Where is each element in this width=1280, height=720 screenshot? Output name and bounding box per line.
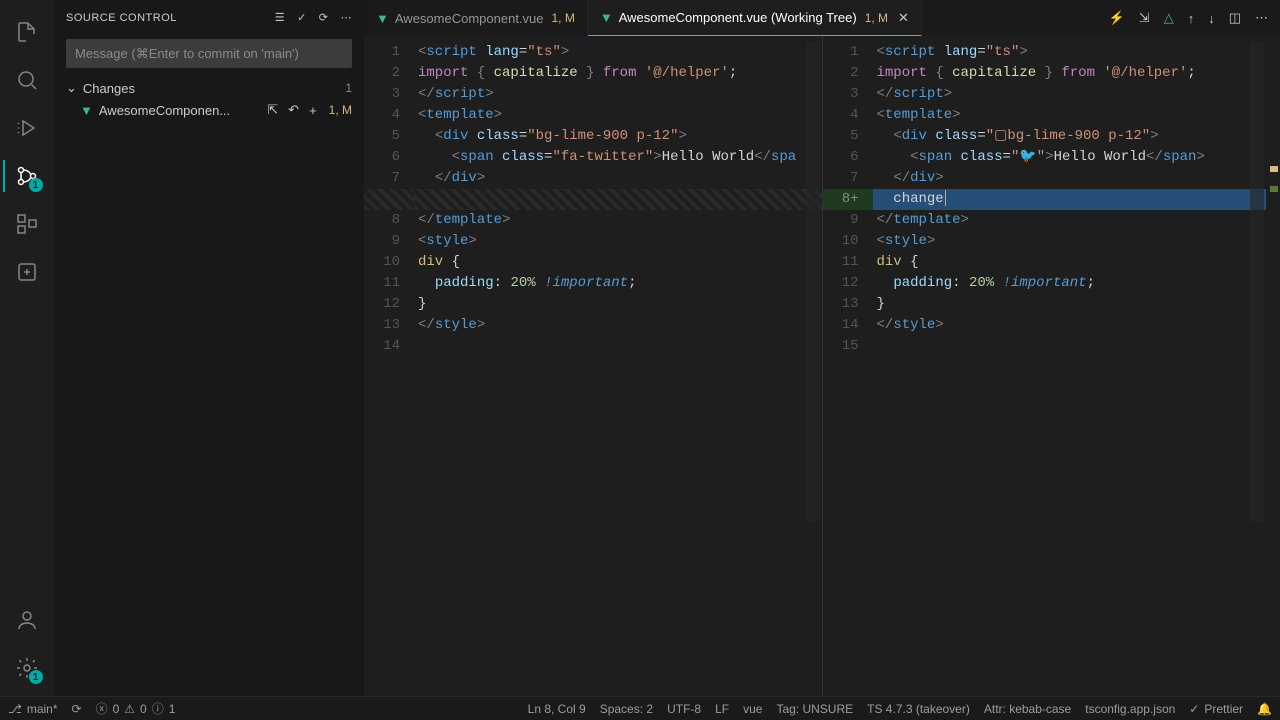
more-editor-actions-icon[interactable]: ⋯ <box>1255 10 1268 26</box>
changes-section[interactable]: ⌄ Changes 1 <box>54 76 364 100</box>
status-problems[interactable]: ⓧ0⚠0ⓘ1 <box>96 700 176 717</box>
editor-region: ▼ AwesomeComponent.vue 1, M ▼ AwesomeCom… <box>364 0 1280 696</box>
extensions-icon[interactable] <box>3 200 51 248</box>
code-content[interactable]: <script lang="ts">import { capitalize } … <box>414 36 822 696</box>
scm-badge: 1 <box>29 178 43 192</box>
status-tsconfig[interactable]: tsconfig.app.json <box>1085 702 1175 716</box>
view-as-tree-icon[interactable]: ☰ <box>275 11 285 24</box>
refresh-icon[interactable]: ⟳ <box>319 11 329 24</box>
status-bar: ⎇main* ⟳ ⓧ0⚠0ⓘ1 Ln 8, Col 9 Spaces: 2 UT… <box>0 696 1280 720</box>
go-to-file-icon[interactable]: ⇲ <box>1139 10 1150 26</box>
status-notifications[interactable]: 🔔 <box>1257 702 1272 716</box>
next-change-icon[interactable]: ↓ <box>1208 11 1215 26</box>
minimap[interactable] <box>1250 42 1264 522</box>
chevron-down-icon: ⌄ <box>66 80 77 96</box>
line-gutter: 12345678+9101112131415 <box>823 36 873 696</box>
status-cursor-position[interactable]: Ln 8, Col 9 <box>528 702 586 716</box>
close-tab-icon[interactable]: ✕ <box>898 10 909 26</box>
split-editor-icon[interactable]: ◫ <box>1229 10 1241 26</box>
commit-check-icon[interactable]: ✓ <box>297 11 307 24</box>
panel-title: SOURCE CONTROL <box>66 12 177 24</box>
discard-changes-icon[interactable]: ↶ <box>288 102 299 118</box>
error-icon: ⓧ <box>96 700 108 717</box>
vite-icon[interactable]: ⚡ <box>1109 10 1125 26</box>
settings-gear-icon[interactable]: 1 <box>3 644 51 692</box>
more-actions-icon[interactable]: ⋯ <box>341 11 353 24</box>
file-status-badge: 1, M <box>329 103 352 117</box>
vue-file-icon: ▼ <box>80 103 93 118</box>
source-control-icon[interactable]: 1 <box>3 152 51 200</box>
commit-message-input[interactable] <box>66 39 352 68</box>
changed-file-row[interactable]: ▼ AwesomeComponen... ⇱ ↶ + 1, M <box>54 100 364 120</box>
line-gutter: 1234567891011121314 <box>364 36 414 696</box>
tab-badge: 1, M <box>552 11 575 25</box>
diff-original-pane[interactable]: 1234567891011121314 <script lang="ts">im… <box>364 36 823 696</box>
bell-icon: 🔔 <box>1257 702 1272 716</box>
tab-working-tree[interactable]: ▼ AwesomeComponent.vue (Working Tree) 1,… <box>588 0 922 36</box>
run-debug-icon[interactable] <box>3 104 51 152</box>
source-control-panel: SOURCE CONTROL ☰ ✓ ⟳ ⋯ ⌄ Changes 1 ▼ Awes… <box>54 0 364 696</box>
changes-count: 1 <box>345 81 352 95</box>
status-tag[interactable]: Tag: UNSURE <box>776 702 853 716</box>
status-encoding[interactable]: UTF-8 <box>667 702 701 716</box>
tab-badge: 1, M <box>865 11 888 25</box>
branch-icon: ⎇ <box>8 702 22 716</box>
status-sync[interactable]: ⟳ <box>72 702 82 716</box>
nuxt-icon[interactable]: △ <box>1164 10 1174 26</box>
account-icon[interactable] <box>3 596 51 644</box>
test-icon[interactable] <box>3 248 51 296</box>
explorer-icon[interactable] <box>3 8 51 56</box>
prettier-check-icon: ✓ <box>1189 702 1199 716</box>
changes-label: Changes <box>83 81 135 96</box>
file-name: AwesomeComponen... <box>99 103 230 118</box>
status-indentation[interactable]: Spaces: 2 <box>600 702 653 716</box>
open-file-icon[interactable]: ⇱ <box>267 102 278 118</box>
search-icon[interactable] <box>3 56 51 104</box>
settings-badge: 1 <box>29 670 43 684</box>
code-content[interactable]: <script lang="ts">import { capitalize } … <box>873 36 1280 696</box>
diff-editor[interactable]: 1234567891011121314 <script lang="ts">im… <box>364 36 1280 696</box>
vue-file-icon: ▼ <box>376 11 389 26</box>
stage-changes-icon[interactable]: + <box>309 103 317 118</box>
activity-bar: 1 1 <box>0 0 54 696</box>
status-eol[interactable]: LF <box>715 702 729 716</box>
status-attr-style[interactable]: Attr: kebab-case <box>984 702 1071 716</box>
status-typescript[interactable]: TS 4.7.3 (takeover) <box>867 702 970 716</box>
vue-file-icon: ▼ <box>600 10 613 25</box>
status-branch[interactable]: ⎇main* <box>8 702 58 716</box>
minimap[interactable] <box>806 42 820 522</box>
overview-ruler[interactable] <box>1266 36 1280 696</box>
tab-label: AwesomeComponent.vue <box>395 11 544 26</box>
warning-icon: ⚠ <box>124 702 135 716</box>
tab-original[interactable]: ▼ AwesomeComponent.vue 1, M <box>364 0 588 36</box>
diff-modified-pane[interactable]: 12345678+9101112131415 <script lang="ts"… <box>823 36 1280 696</box>
tabs-bar: ▼ AwesomeComponent.vue 1, M ▼ AwesomeCom… <box>364 0 1280 36</box>
sync-icon: ⟳ <box>72 702 82 716</box>
info-icon: ⓘ <box>152 700 164 717</box>
tab-label: AwesomeComponent.vue (Working Tree) <box>619 10 857 25</box>
status-prettier[interactable]: ✓Prettier <box>1189 702 1243 716</box>
prev-change-icon[interactable]: ↑ <box>1188 11 1195 26</box>
status-language[interactable]: vue <box>743 702 762 716</box>
